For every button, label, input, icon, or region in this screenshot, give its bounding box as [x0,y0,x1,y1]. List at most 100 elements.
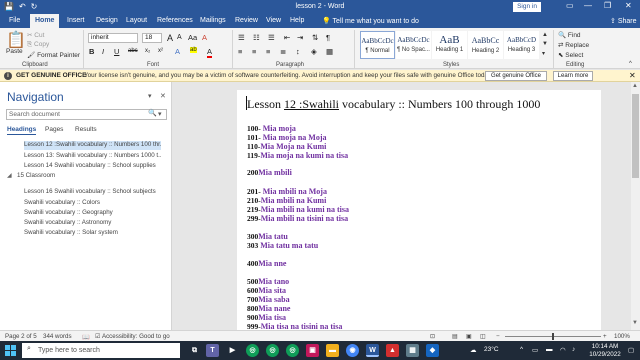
nav-heading-item[interactable]: Swahili vocabulary :: Geography [24,209,161,216]
number-line[interactable]: 210-Mia mbili na Kumi [247,196,326,205]
italic-button[interactable]: I [102,47,104,56]
strikethrough-button[interactable]: abc [128,48,138,54]
document-page[interactable]: Lesson 12 :Swahili vocabulary :: Numbers… [237,90,601,330]
media-player-icon[interactable]: ▶ [226,344,239,357]
tab-pages[interactable]: Pages [45,126,63,133]
taskbar-search-input[interactable]: Type here to search [22,343,180,358]
nav-heading-item[interactable]: 15 Classroom [17,172,157,179]
tab-home[interactable]: Home [30,14,60,28]
volume-icon[interactable]: ♪ [572,346,575,353]
highlight-button[interactable]: ab [190,47,197,53]
tab-file[interactable]: File [9,17,20,24]
number-line[interactable]: 219-Mia mbili na kumi na tisa [247,205,349,214]
scroll-up-icon[interactable]: ▲ [632,83,638,89]
number-line[interactable]: 700Mia saba [247,295,290,304]
shrink-font-button[interactable]: A [177,34,182,41]
scroll-down-icon[interactable]: ▼ [632,320,638,326]
get-genuine-office-button[interactable]: Get genuine Office [485,71,547,81]
windows-start-icon[interactable] [5,345,16,356]
collapse-ribbon-icon[interactable]: ^ [629,61,632,67]
paste-icon[interactable]: 📋 [6,30,26,50]
accessibility-status[interactable]: ☑ Accessibility: Good to go [95,333,170,340]
restore-button[interactable]: ❐ [604,1,611,10]
replace-button[interactable]: ⇄ Replace [558,41,589,49]
weather-icon[interactable]: ☁ [470,346,477,354]
notifications-icon[interactable]: ▢ [628,346,634,354]
tab-view[interactable]: View [266,17,281,24]
teams-icon[interactable]: T [206,344,219,357]
collapse-triangle-icon[interactable]: ◢ [7,172,12,179]
nav-heading-item[interactable]: Swahili vocabulary :: Colors [24,199,161,206]
multilevel-list-button[interactable]: ☰ [268,33,275,42]
align-center-button[interactable]: ≡ [252,47,256,56]
style-no-spacing[interactable]: AaBbCcDc ¶ No Spac... [396,31,431,59]
zoom-slider-thumb[interactable] [552,333,554,340]
print-layout-icon[interactable]: ▣ [466,333,472,340]
nav-heading-item[interactable]: Swahili vocabulary :: Solar system [24,229,161,236]
number-line[interactable]: 119-Mia moja na kumi na tisa [247,151,348,160]
focus-icon[interactable]: ⊡ [430,333,435,340]
vertical-scrollbar[interactable]: ▲ ▼ [631,82,640,330]
tab-results[interactable]: Results [75,126,97,133]
numbering-button[interactable]: ☷ [253,33,260,42]
number-line[interactable]: 299-Mia mbili na tisini na tisa [247,214,348,223]
search-input[interactable]: Search document [6,109,167,120]
select-button[interactable]: ⬉ Select [558,51,583,59]
grow-font-button[interactable]: A [167,33,173,43]
text-effects-button[interactable]: A [175,47,180,56]
green-app-icon[interactable]: ◎ [246,344,259,357]
number-line[interactable]: 999-Mia tisa na tisini na tisa [247,322,342,330]
weather-temperature[interactable]: 23°C [484,346,499,353]
font-size-combo[interactable]: 18 [142,33,162,43]
number-line[interactable]: 300Mia tatu [247,232,288,241]
green-app-icon[interactable]: ◎ [286,344,299,357]
pink-app-icon[interactable]: ▣ [306,344,319,357]
learn-more-button[interactable]: Learn more [553,71,593,81]
chrome-icon[interactable]: ◉ [346,344,359,357]
search-options-icon[interactable]: ▾ [158,110,162,118]
ribbon-display-icon[interactable]: ▭ [566,1,574,10]
align-left-button[interactable]: ≡ [238,47,242,56]
number-line[interactable]: 101- Mia moja na Moja [247,133,327,142]
show-marks-button[interactable]: ¶ [326,33,330,42]
number-line[interactable]: 110-Mia Moja na Kumi [247,142,326,151]
close-icon[interactable]: ✕ [160,92,166,100]
word-icon[interactable]: W [366,344,379,357]
cut-button[interactable]: ✂ Cut [27,31,44,39]
align-right-button[interactable]: ≡ [266,47,270,56]
app-icon[interactable]: ◆ [426,344,439,357]
app-icon[interactable]: ▦ [406,344,419,357]
number-line[interactable]: 400Mia nne [247,259,286,268]
tab-help[interactable]: Help [290,17,304,24]
change-case-button[interactable]: Aa [188,33,197,42]
close-button[interactable]: ✕ [625,1,632,10]
number-line[interactable]: 800Mia nane [247,304,290,313]
word-count[interactable]: 344 words [43,333,72,340]
tab-mailings[interactable]: Mailings [200,17,226,24]
copy-button[interactable]: ⎘ Copy [27,41,49,49]
zoom-in-icon[interactable]: + [603,333,607,340]
file-explorer-icon[interactable]: ▬ [326,344,339,357]
green-app-icon[interactable]: ◎ [266,344,279,357]
tab-layout[interactable]: Layout [126,17,147,24]
number-line[interactable]: 900Mia tisa [247,313,286,322]
chevron-up-icon[interactable]: ^ [520,346,523,353]
tab-review[interactable]: Review [235,17,258,24]
underline-button[interactable]: U [114,47,119,56]
style-heading-1[interactable]: AaB Heading 1 [432,31,467,59]
wifi-icon[interactable]: ◠ [560,346,566,354]
web-layout-icon[interactable]: ◫ [480,333,486,340]
paste-button[interactable]: Paste [6,48,23,55]
minimize-button[interactable]: — [584,1,592,10]
sort-button[interactable]: ⇅ [312,33,318,42]
document-heading[interactable]: Lesson 12 :Swahili vocabulary :: Numbers… [247,97,540,112]
nav-heading-item[interactable]: Lesson 12 :Swahili vocabulary :: Numbers… [24,141,161,150]
find-button[interactable]: 🔍 Find [558,31,581,39]
sign-in-button[interactable]: Sign in [513,2,541,12]
font-name-combo[interactable]: inherit [88,33,138,43]
number-line[interactable]: 100- Mia moja [247,124,296,133]
shading-button[interactable]: ◈ [311,47,317,56]
red-app-icon[interactable]: ▲ [386,344,399,357]
format-painter-button[interactable]: 🖌 Format Painter [27,51,80,59]
number-line[interactable]: 200Mia mbili [247,168,292,177]
